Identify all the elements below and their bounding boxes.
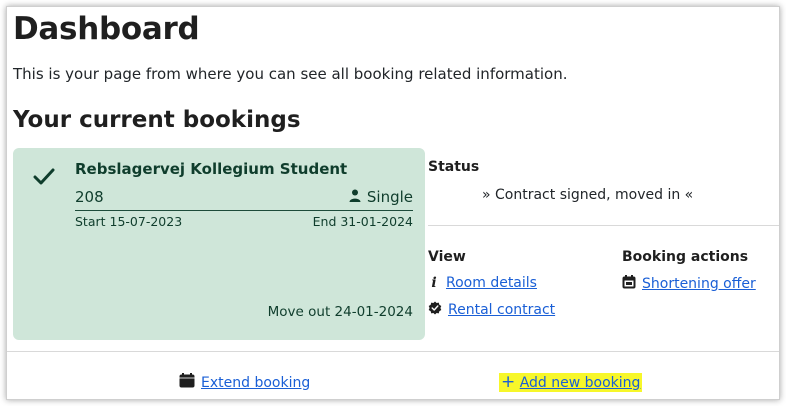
move-out-date: Move out 24-01-2024 xyxy=(267,304,413,320)
section-title: Your current bookings xyxy=(13,107,301,133)
room-details-link-row[interactable]: i Room details xyxy=(428,275,537,291)
dorm-name: Rebslagervej Kollegium Student xyxy=(75,160,348,178)
extend-booking-row[interactable]: Extend booking xyxy=(179,373,310,392)
room-number: 208 xyxy=(75,188,104,206)
rental-contract-link[interactable]: Rental contract xyxy=(448,302,555,318)
footer-divider xyxy=(7,351,779,352)
page-subtitle: This is your page from where you can see… xyxy=(13,65,568,83)
calendar-date-icon xyxy=(622,275,636,293)
end-date: End 31-01-2024 xyxy=(312,214,413,229)
page-title: Dashboard xyxy=(13,11,200,47)
person-icon xyxy=(349,188,361,206)
add-new-booking-highlight: + Add new booking xyxy=(499,372,643,392)
status-text: » Contract signed, moved in « xyxy=(482,187,694,203)
room-type-label: Single xyxy=(366,188,413,206)
card-divider xyxy=(75,210,413,211)
booking-actions-label: Booking actions xyxy=(622,249,749,265)
add-new-booking-row[interactable]: + Add new booking xyxy=(499,372,643,392)
room-details-link[interactable]: Room details xyxy=(446,275,537,291)
room-type: Single xyxy=(349,188,413,206)
shortening-offer-link[interactable]: Shortening offer xyxy=(642,276,756,292)
calendar-icon xyxy=(179,373,195,392)
extend-booking-link[interactable]: Extend booking xyxy=(201,375,310,391)
verified-badge-icon xyxy=(428,301,442,319)
check-icon xyxy=(33,168,55,190)
dashboard-frame: Dashboard This is your page from where y… xyxy=(6,6,780,400)
status-divider xyxy=(428,225,779,226)
status-label: Status xyxy=(428,159,480,175)
start-date: Start 15-07-2023 xyxy=(75,214,183,229)
rental-contract-link-row[interactable]: Rental contract xyxy=(428,301,555,319)
shortening-offer-link-row[interactable]: Shortening offer xyxy=(622,275,756,293)
plus-icon: + xyxy=(501,372,516,392)
view-label: View xyxy=(428,249,466,265)
info-icon: i xyxy=(431,275,437,291)
add-new-booking-link[interactable]: Add new booking xyxy=(520,375,641,391)
booking-card: Rebslagervej Kollegium Student 208 Singl… xyxy=(13,148,425,340)
